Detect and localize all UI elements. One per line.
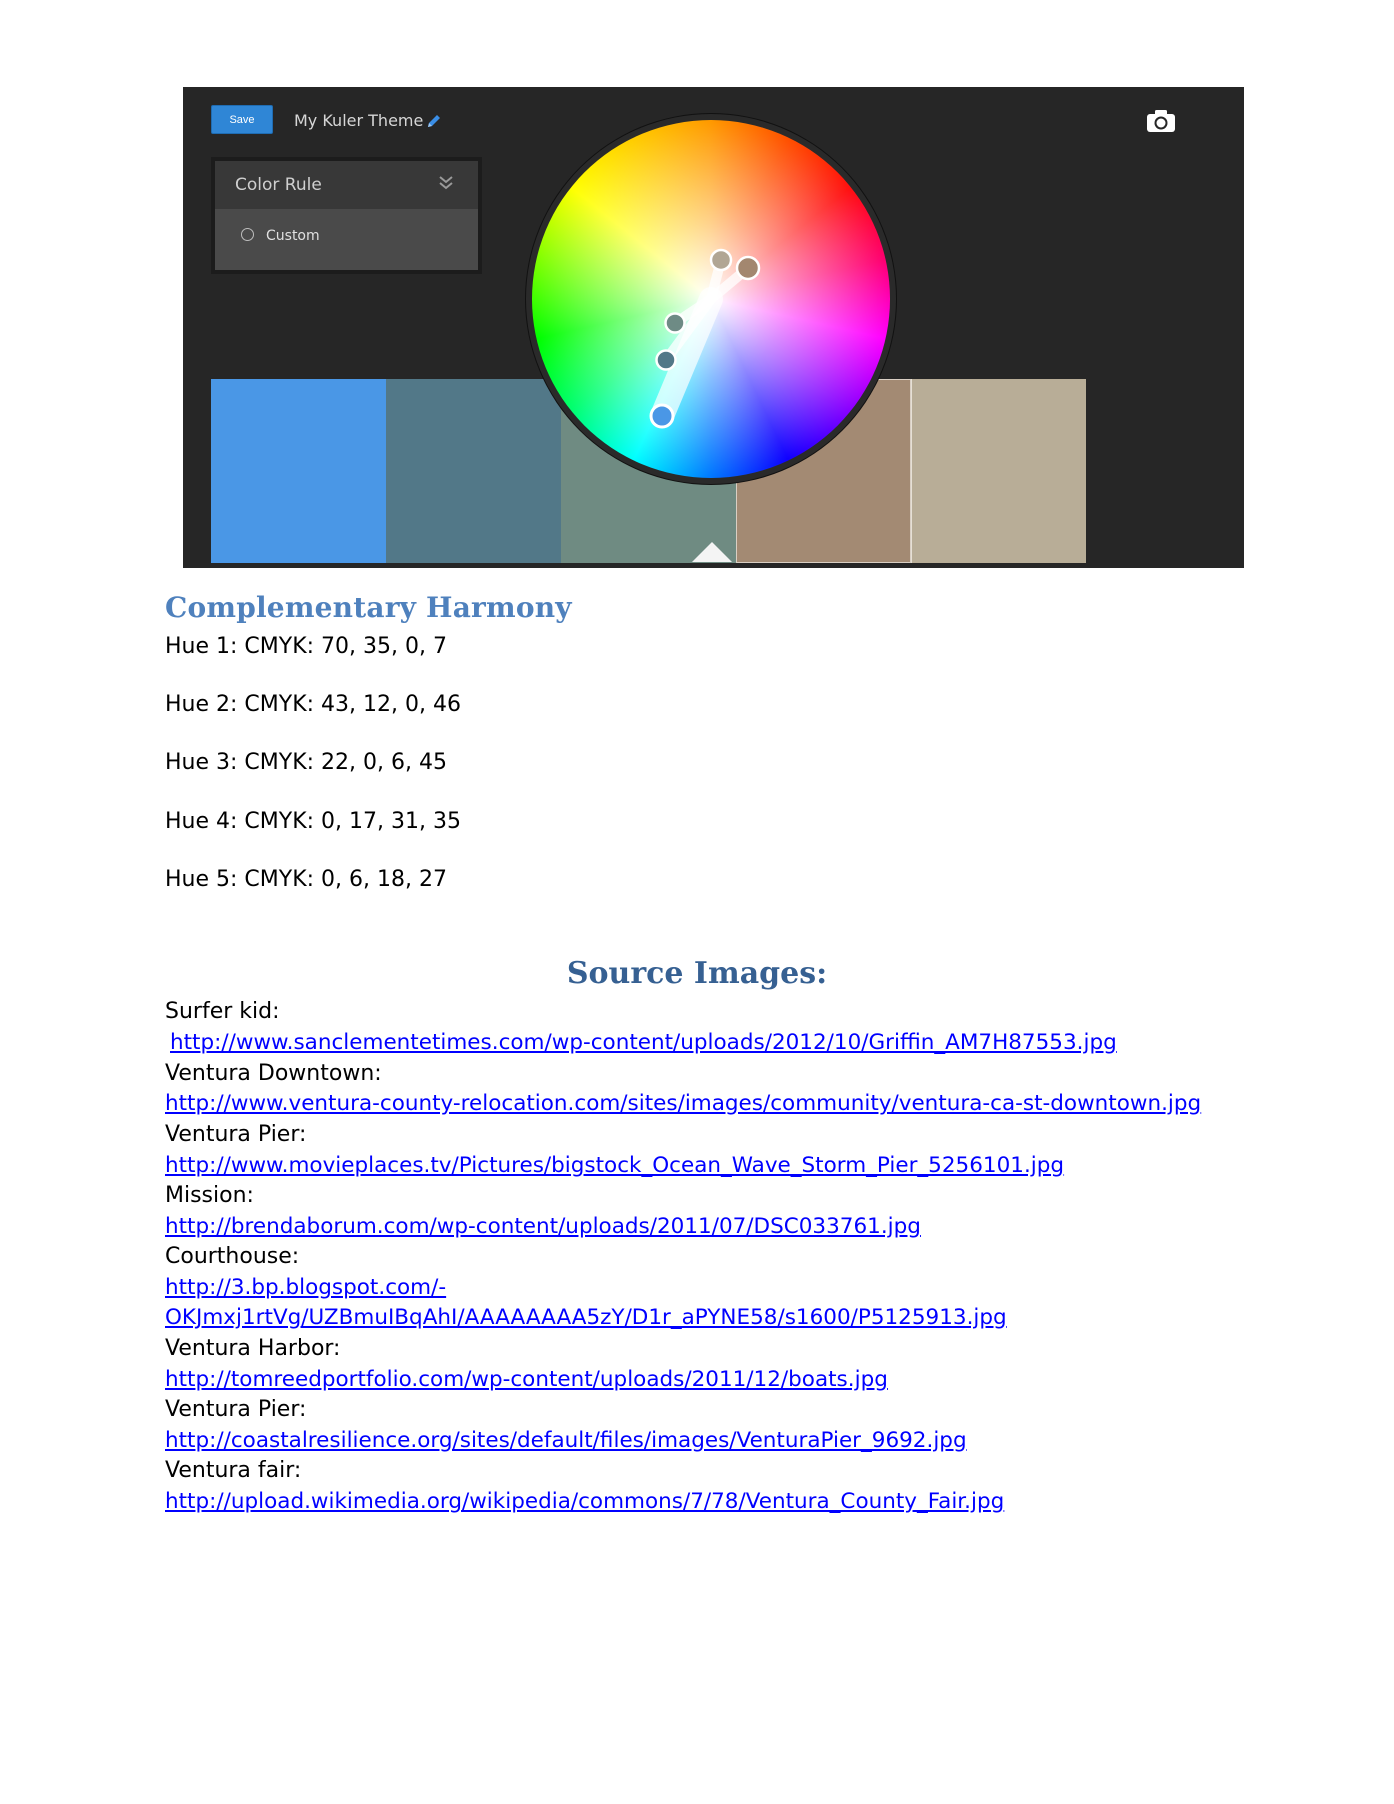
source-label: Surfer kid: (165, 999, 280, 1024)
source-link[interactable]: http://coastalresilience.org/sites/defau… (165, 1428, 967, 1453)
hue-line-2: Hue 2: CMYK: 43, 12, 0, 46 (165, 692, 461, 717)
source-link[interactable]: http://3.bp.blogspot.com/- (165, 1275, 446, 1300)
rule-option-custom[interactable]: Custom (241, 228, 320, 244)
wheel-handle-4[interactable] (735, 255, 761, 281)
source-label: Ventura fair: (165, 1458, 302, 1483)
color-wheel (526, 114, 896, 484)
chevron-down-icon (439, 176, 453, 190)
pencil-icon[interactable] (426, 113, 442, 129)
color-rule-label: Color Rule (235, 175, 322, 195)
source-link[interactable]: OKJmxj1rtVg/UZBmuIBqAhI/AAAAAAAA5zY/D1r_… (165, 1305, 1007, 1330)
source-link[interactable]: http://www.ventura-county-relocation.com… (165, 1091, 1201, 1116)
hue-line-4: Hue 4: CMYK: 0, 17, 31, 35 (165, 809, 461, 834)
source-link[interactable]: http://brendaborum.com/wp-content/upload… (165, 1214, 921, 1239)
source-label: Mission: (165, 1183, 254, 1208)
source-link[interactable]: http://tomreedportfolio.com/wp-content/u… (165, 1367, 888, 1392)
complementary-harmony-heading: Complementary Harmony (165, 591, 572, 624)
source-label: Courthouse: (165, 1244, 300, 1269)
source-label: Ventura Downtown: (165, 1061, 382, 1086)
wheel-handle-1[interactable] (649, 403, 675, 429)
color-rule-dropdown[interactable]: Color Rule (215, 161, 478, 209)
wheel-handle-3[interactable] (664, 312, 686, 334)
source-link[interactable]: http://upload.wikimedia.org/wikipedia/co… (165, 1489, 1004, 1514)
wheel-handle-5[interactable] (709, 248, 733, 272)
camera-icon[interactable] (1146, 109, 1176, 133)
source-link[interactable]: http://www.movieplaces.tv/Pictures/bigst… (165, 1153, 1064, 1178)
source-label: Ventura Harbor: (165, 1336, 341, 1361)
save-button[interactable]: Save (211, 105, 273, 134)
hue-line-5: Hue 5: CMYK: 0, 6, 18, 27 (165, 867, 447, 892)
hue-line-3: Hue 3: CMYK: 22, 0, 6, 45 (165, 750, 447, 775)
source-link[interactable]: http://www.sanclementetimes.com/wp-conte… (170, 1030, 1117, 1055)
source-label: Ventura Pier: (165, 1122, 307, 1147)
source-images-heading: Source Images: (566, 956, 828, 991)
selected-swatch-indicator (692, 542, 732, 562)
color-rule-options: Custom (215, 209, 478, 270)
source-label: Ventura Pier: (165, 1397, 307, 1422)
color-rule-panel: Color Rule Custom (211, 157, 482, 274)
hue-line-1: Hue 1: CMYK: 70, 35, 0, 7 (165, 634, 447, 659)
swatch-1[interactable] (211, 379, 386, 563)
kuler-theme-editor: Save My Kuler Theme Color Rule Custom (183, 87, 1244, 568)
wheel-handles (649, 248, 761, 429)
theme-title[interactable]: My Kuler Theme (294, 111, 423, 130)
swatch-5[interactable] (911, 379, 1086, 563)
rule-option-label: Custom (266, 228, 320, 244)
radio-icon[interactable] (241, 228, 254, 241)
color-wheel-disc[interactable] (532, 120, 890, 478)
wheel-handle-2[interactable] (655, 349, 677, 371)
